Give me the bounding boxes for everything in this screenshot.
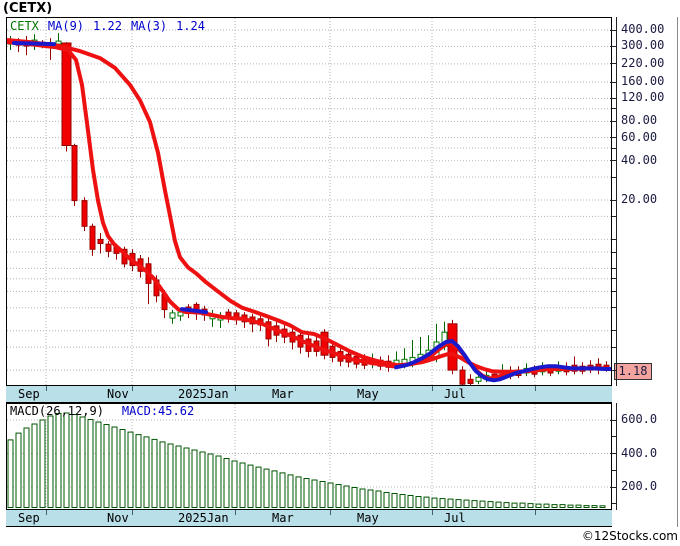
price-axis-tick — [610, 63, 616, 65]
legend-ma9-label: MA(9) — [47, 19, 85, 33]
price-axis-minor-tick — [612, 307, 616, 309]
price-axis-minor-tick — [612, 290, 616, 292]
macd-settings-label: MACD(26,12,9) — [10, 404, 104, 418]
macd-axis-minor-tick — [612, 469, 616, 471]
macd-panel — [6, 403, 612, 510]
legend-symbol: CETX — [10, 19, 39, 33]
price-axis-tick — [610, 160, 616, 162]
band-tick — [235, 510, 236, 515]
macd-axis-tick — [610, 419, 616, 421]
band-tick — [132, 386, 133, 391]
month-label: Nov — [107, 387, 129, 401]
price-panel — [6, 17, 612, 386]
macd-axis-minor-tick — [612, 436, 616, 438]
stock-chart-page: (CETX) CETX MA(9) 1.22 MA(3) 1.24 1.18 S… — [0, 0, 680, 546]
macd-axis-tick — [610, 486, 616, 488]
month-label: Mar — [272, 387, 294, 401]
macd-axis-tick — [610, 453, 616, 454]
month-label: Jul — [444, 387, 466, 401]
price-axis-label: 120.00 — [621, 90, 665, 105]
month-label: Sep — [18, 511, 40, 525]
price-axis-minor-tick — [612, 346, 616, 348]
price-axis-minor-tick — [612, 278, 616, 280]
macd-axis-line — [616, 403, 617, 510]
price-axis-label: 60.00 — [621, 129, 658, 144]
watermark: ©12Stocks.com — [581, 529, 678, 543]
band-tick — [132, 510, 133, 515]
price-axis-minor-tick — [612, 267, 616, 269]
legend-ma3-label: MA(3) — [130, 19, 168, 33]
page-title: (CETX) — [3, 1, 53, 16]
price-axis-minor-tick — [612, 369, 616, 371]
price-axis-minor-tick — [612, 215, 616, 217]
xaxis-band-bottom: Sep Nov 2025Jan Mar May Jul — [6, 510, 612, 527]
month-label: May — [357, 387, 379, 401]
macd-axis-label: 400.0 — [621, 445, 658, 460]
macd-axis-label: 600.0 — [621, 412, 658, 426]
price-axis-minor-tick — [612, 176, 616, 178]
month-label: May — [357, 511, 379, 525]
price-axis-label: 160.00 — [621, 74, 665, 88]
macd-axis-minor-tick — [612, 503, 616, 505]
price-axis-line — [616, 17, 617, 386]
macd-axis-label: 200.0 — [621, 479, 658, 493]
price-axis-tick — [610, 97, 616, 99]
price-axis-tick — [610, 81, 616, 83]
price-axis-label: 400.00 — [621, 22, 665, 36]
xaxis-band-top: Sep Nov 2025Jan Mar May Jul — [6, 386, 612, 403]
macd-label-row: MACD(26,12,9) MACD:45.62 — [10, 404, 194, 418]
price-axis-minor-tick — [612, 251, 616, 253]
band-tick — [235, 386, 236, 391]
price-axis-tick — [610, 45, 616, 47]
price-axis-label: 220.00 — [621, 55, 665, 70]
chart-legend: CETX MA(9) 1.22 MA(3) 1.24 — [10, 19, 205, 33]
price-axis-minor-tick — [612, 147, 616, 149]
month-label: 2025Jan — [178, 511, 229, 525]
price-axis-minor-tick — [612, 330, 616, 332]
macd-value-label: MACD:45.62 — [121, 404, 195, 418]
macd-chart-svg — [7, 404, 611, 508]
price-axis-tick — [610, 199, 616, 201]
price-chart-svg — [7, 18, 611, 385]
band-tick — [535, 386, 536, 391]
legend-ma9-value: 1.22 — [93, 19, 122, 33]
month-label: Nov — [107, 511, 129, 525]
band-tick — [330, 386, 331, 391]
month-label: Sep — [18, 387, 40, 401]
legend-ma3-value: 1.24 — [176, 19, 205, 33]
band-tick — [432, 510, 433, 515]
price-axis-label: 40.00 — [621, 152, 658, 167]
band-tick — [46, 510, 47, 515]
band-tick — [46, 386, 47, 391]
price-axis-tick — [610, 29, 616, 31]
price-axis-tick — [610, 137, 616, 139]
price-axis-label: 20.00 — [621, 192, 658, 207]
month-label: Mar — [272, 511, 294, 525]
band-tick — [432, 386, 433, 391]
band-tick — [330, 510, 331, 515]
month-label: 2025Jan — [178, 387, 229, 401]
price-axis-label: 80.00 — [621, 113, 658, 128]
price-axis-minor-tick — [612, 108, 616, 110]
price-axis-minor-tick — [612, 238, 616, 240]
last-price-tag: 1.18 — [614, 363, 652, 380]
price-axis-tick — [610, 120, 616, 122]
price-axis-label: 300.00 — [621, 38, 665, 53]
band-tick — [535, 510, 536, 515]
month-label: Jul — [444, 511, 466, 525]
